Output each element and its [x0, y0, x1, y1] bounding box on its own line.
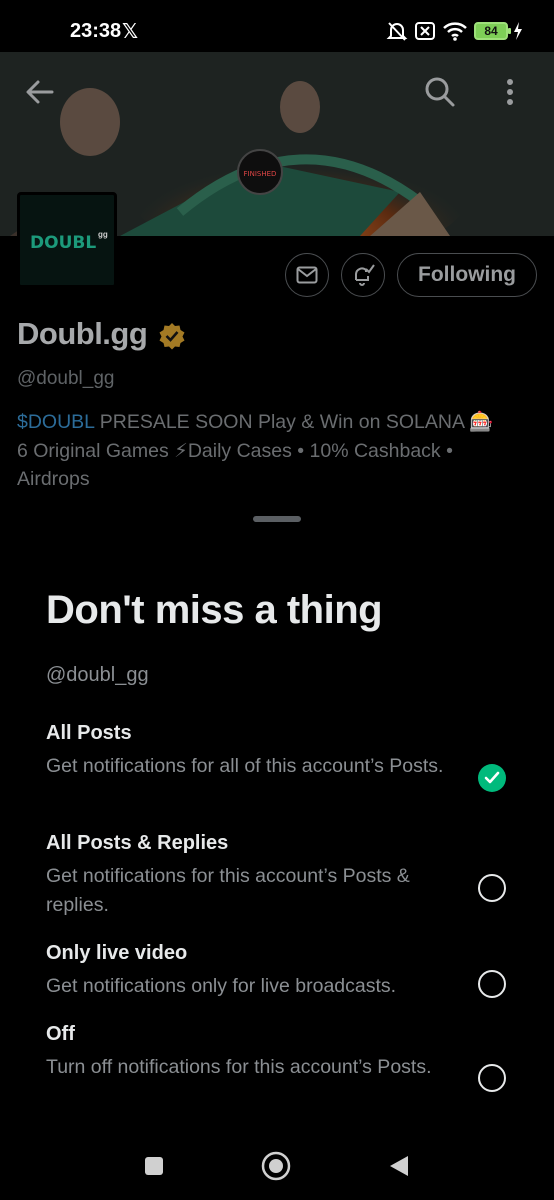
radio-all-posts[interactable] [478, 764, 506, 792]
home-circle-icon[interactable] [261, 1151, 291, 1181]
envelope-icon [296, 266, 318, 284]
radio-all-posts-replies[interactable] [478, 874, 506, 902]
profile-bio: $DOUBL PRESALE SOON Play & Win on SOLANA… [17, 408, 537, 494]
radio-off[interactable] [478, 1064, 506, 1092]
recents-square-icon[interactable] [144, 1156, 164, 1176]
profile-header: FINISHED DOUBL gg Following Doubl.gg @do… [0, 52, 554, 512]
back-triangle-icon[interactable] [388, 1154, 410, 1178]
battery-icon: 84 [474, 22, 511, 40]
profile-handle: @doubl_gg [17, 368, 115, 389]
bio-line-1: PRESALE SOON Play & Win on SOLANA 🎰 [94, 411, 494, 433]
option-only-live-video[interactable]: Only live video Get notifications only f… [46, 942, 526, 1001]
status-bar: 23:38 𝕏 84 [0, 0, 554, 52]
notification-settings-sheet: Don't miss a thing @doubl_gg All Posts G… [0, 500, 554, 1130]
banner-badge: FINISHED [244, 170, 277, 178]
sheet-title: Don't miss a thing [46, 588, 383, 632]
status-time: 23:38 [70, 20, 122, 42]
display-name: Doubl.gg [17, 316, 148, 351]
search-icon[interactable] [424, 76, 456, 108]
following-button[interactable]: Following [397, 253, 537, 297]
avatar[interactable]: DOUBL gg [17, 192, 117, 288]
system-navigation-bar [0, 1130, 554, 1200]
radio-only-live-video[interactable] [478, 970, 506, 998]
option-off[interactable]: Off Turn off notifications for this acco… [46, 1023, 526, 1082]
option-all-posts-replies[interactable]: All Posts & Replies Get notifications fo… [46, 832, 526, 920]
back-arrow-icon[interactable] [24, 76, 56, 108]
battery-level: 84 [484, 24, 498, 38]
option-title: Off [46, 1023, 75, 1045]
option-description: Turn off notifications for this account’… [46, 1056, 432, 1078]
checkmark-icon [484, 771, 500, 784]
option-title: Only live video [46, 942, 188, 964]
option-description: Get notifications for all of this accoun… [46, 755, 444, 777]
sheet-handle: @doubl_gg [46, 664, 149, 686]
verified-badge-icon [159, 323, 185, 350]
x-logo-icon: 𝕏 [122, 21, 139, 43]
bio-line-2: 6 Original Games ⚡Daily Cases • 10% Cash… [17, 439, 453, 462]
wifi-icon [443, 22, 467, 41]
bell-check-icon [355, 264, 375, 286]
charging-icon [514, 22, 522, 40]
message-button[interactable] [285, 253, 329, 297]
option-title: All Posts [46, 722, 132, 744]
option-description: Get notifications only for live broadcas… [46, 975, 397, 997]
more-options-icon[interactable] [502, 76, 518, 108]
bio-cashtag-link[interactable]: $DOUBL [17, 411, 94, 433]
option-title: All Posts & Replies [46, 832, 229, 854]
option-all-posts[interactable]: All Posts Get notifications for all of t… [46, 722, 526, 781]
avatar-logo-sub: gg [98, 230, 108, 239]
sheet-drag-handle[interactable] [253, 516, 301, 522]
sim-off-icon [415, 22, 435, 40]
option-description: Get notifications for this account’s Pos… [46, 865, 410, 916]
notifications-button[interactable] [341, 253, 385, 297]
bio-line-3: Airdrops [17, 468, 90, 490]
avatar-logo-text: DOUBL [30, 233, 97, 253]
bell-muted-icon [386, 22, 408, 41]
